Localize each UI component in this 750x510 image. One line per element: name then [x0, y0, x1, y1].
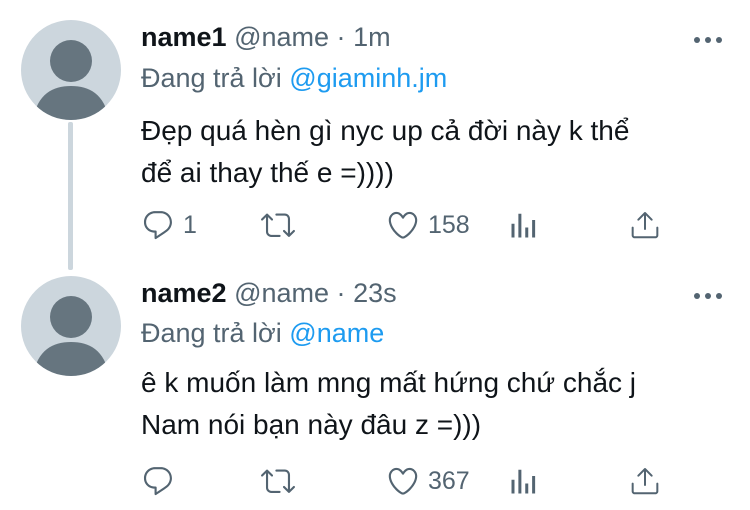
more-options-icon[interactable]	[694, 290, 722, 302]
timestamp[interactable]: 23s	[353, 278, 397, 308]
tweet-text-line: ê k muốn làm mng mất hứng chứ chắc j	[141, 367, 637, 398]
reply-mention-link[interactable]: @giaminh.jm	[289, 63, 447, 93]
more-options-icon[interactable]	[694, 34, 722, 46]
tweet-actions: 367	[141, 461, 671, 501]
like-button[interactable]: 158	[386, 205, 470, 245]
share-upload-icon	[631, 212, 659, 239]
tweet-header: name2 @name · 23s	[141, 278, 397, 309]
analytics-button[interactable]	[509, 205, 539, 245]
share-upload-icon	[631, 468, 659, 495]
avatar[interactable]	[21, 20, 121, 120]
user-handle[interactable]: @name	[234, 22, 329, 52]
tweet-2[interactable]: name2 @name · 23s Đang trả lời @name ê k…	[0, 260, 750, 510]
replying-to: Đang trả lời @giaminh.jm	[141, 63, 447, 94]
user-handle[interactable]: @name	[234, 278, 329, 308]
display-name[interactable]: name1	[141, 22, 227, 52]
default-profile-icon	[33, 40, 109, 120]
replying-to: Đang trả lời @name	[141, 318, 384, 349]
reply-button[interactable]: 1	[141, 205, 197, 245]
retweet-button[interactable]	[261, 205, 303, 245]
tweet-text-line: Đẹp quá hèn gì nyc up cả đời này k thể	[141, 115, 630, 146]
replying-to-label: Đang trả lời	[141, 318, 282, 348]
display-name[interactable]: name2	[141, 278, 227, 308]
separator-dot: ·	[336, 22, 346, 52]
reply-count: 1	[183, 210, 197, 239]
tweet-1[interactable]: name1 @name · 1m Đang trả lời @giaminh.j…	[0, 0, 750, 260]
reply-bubble-icon	[143, 211, 172, 240]
share-button[interactable]	[629, 205, 661, 245]
tweet-header: name1 @name · 1m	[141, 22, 391, 53]
tweet-actions: 1 158	[141, 205, 671, 245]
analytics-bars-icon	[511, 213, 536, 238]
replying-to-label: Đang trả lời	[141, 63, 282, 93]
like-count: 158	[428, 210, 470, 239]
analytics-button[interactable]	[509, 461, 539, 501]
tweet-text: ê k muốn làm mng mất hứng chứ chắc j Nam…	[141, 362, 741, 446]
like-button[interactable]: 367	[386, 461, 470, 501]
retweet-button[interactable]	[261, 461, 303, 501]
default-profile-icon	[33, 296, 109, 376]
reply-mention-link[interactable]: @name	[289, 318, 384, 348]
analytics-bars-icon	[511, 469, 536, 494]
tweet-text: Đẹp quá hèn gì nyc up cả đời này k thể đ…	[141, 110, 741, 194]
reply-button[interactable]	[141, 461, 183, 501]
tweet-text-line: để ai thay thế e =))))	[141, 157, 394, 188]
retweet-icon	[261, 213, 295, 237]
share-button[interactable]	[629, 461, 661, 501]
separator-dot: ·	[336, 278, 346, 308]
avatar[interactable]	[21, 276, 121, 376]
heart-icon	[388, 467, 418, 495]
like-count: 367	[428, 466, 470, 495]
heart-icon	[388, 211, 418, 239]
timestamp[interactable]: 1m	[353, 22, 391, 52]
reply-bubble-icon	[143, 467, 172, 496]
tweet-text-line: Nam nói bạn này đâu z =)))	[141, 409, 482, 440]
retweet-icon	[261, 469, 295, 493]
